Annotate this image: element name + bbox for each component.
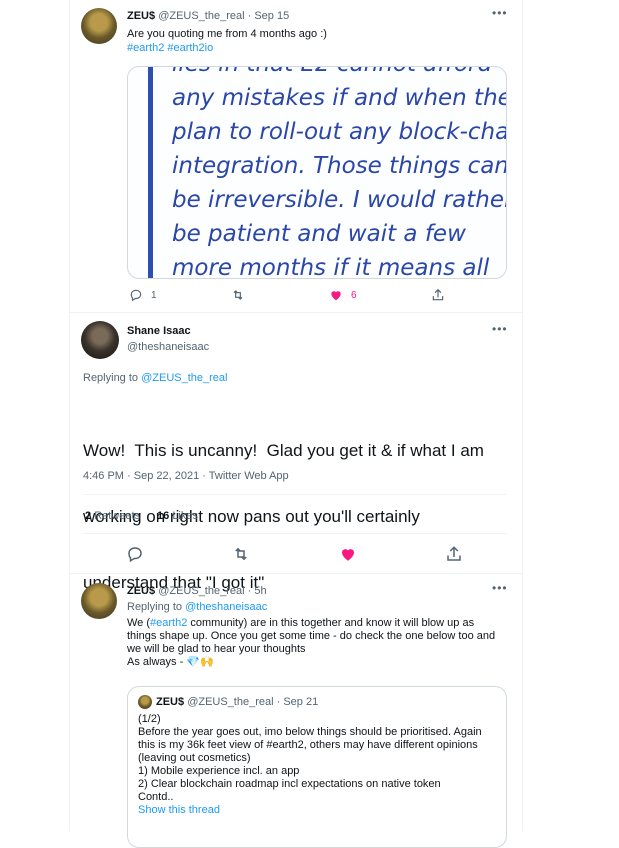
quoted-line: (leaving out cosmetics) (138, 752, 251, 764)
avatar[interactable] (81, 8, 117, 44)
quoted-line: (1/2) (138, 713, 161, 725)
quoted-line: Contd.. (138, 791, 174, 803)
likes-label: Likes (172, 510, 198, 522)
more-icon[interactable]: ••• (492, 581, 508, 595)
image-text-line: be irreversible. I would rather (172, 187, 507, 213)
heart-icon[interactable] (329, 288, 343, 302)
author-handle[interactable]: @ZEUS_the_real · 5h (158, 585, 266, 597)
reply-text-part: We ( (127, 617, 151, 629)
image-text-line: lies in that E2 cannot afford (172, 67, 492, 77)
main-tweet-line: Wow! This is uncanny! Glad you get it & … (83, 441, 484, 460)
likes-count: 16 (157, 510, 170, 522)
retweets-count: 2 (85, 510, 92, 522)
reply-line: we will be glad to hear your thoughts (127, 643, 306, 655)
replying-to: Replying to @ZEUS_the_real (83, 372, 227, 385)
author-handle[interactable]: @theshaneisaac (127, 341, 209, 354)
image-text-line: be patient and wait a few (172, 221, 466, 247)
replying-prefix: Replying to (127, 601, 186, 613)
image-text-line: any mistakes if and when they (172, 85, 507, 111)
replying-to-link[interactable]: @ZEUS_the_real (141, 372, 227, 384)
retweet-icon[interactable] (231, 288, 245, 302)
divider (83, 494, 507, 495)
heart-icon[interactable] (339, 545, 357, 563)
likes-stat[interactable]: 16 Likes (157, 510, 198, 523)
reply-text: We (#earth2 community) are in this toget… (127, 617, 495, 669)
reply-text-part: As always - (127, 656, 187, 668)
author-name: ZEU$ (156, 696, 185, 708)
image-text-line: plan to roll-out any block-chain (172, 119, 507, 145)
retweet-icon[interactable] (232, 545, 250, 563)
tweet-hashtags[interactable]: #earth2 #earth2io (127, 42, 213, 55)
main-tweet-line: working on right now pans out you'll cer… (83, 507, 420, 526)
author-handle[interactable]: @ZEUS_the_real · Sep 15 (158, 10, 289, 22)
reply-count: 1 (151, 289, 157, 301)
reply-text-part: community) are in this together and know… (187, 617, 475, 629)
quoted-line: 2) Clear blockchain roadmap incl expecta… (138, 778, 441, 790)
retweet-action[interactable] (231, 288, 245, 302)
image-text-line: more months if it means all (172, 255, 490, 279)
share-icon[interactable] (445, 545, 463, 563)
reply-line: As always - 💎🙌 (127, 656, 495, 669)
more-icon[interactable]: ••• (492, 322, 508, 336)
replying-prefix: Replying to (83, 372, 142, 384)
reply-icon[interactable] (126, 545, 144, 563)
share-icon[interactable] (431, 288, 445, 302)
reply-icon[interactable] (129, 288, 143, 302)
quote-bar (148, 67, 153, 278)
avatar[interactable] (81, 583, 117, 619)
retweets-stat[interactable]: 2 Retweets (85, 510, 140, 523)
quoted-author: ZEU$ @ZEUS_the_real · Sep 21 (156, 696, 318, 708)
divider (69, 312, 523, 313)
divider (69, 573, 523, 574)
quoted-line: this is my 36k feet view of #earth2, oth… (138, 739, 478, 751)
replying-to: Replying to @theshaneisaac (127, 601, 267, 614)
author-name[interactable]: Shane Isaac (127, 325, 191, 337)
retweets-label: Retweets (94, 510, 141, 522)
reply-line: We (#earth2 community) are in this toget… (127, 617, 495, 630)
hashtag-link[interactable]: #earth2 (150, 617, 187, 629)
author-name[interactable]: ZEU$ (127, 585, 155, 597)
like-count: 6 (351, 289, 357, 301)
reply-line: things shape up. Once you get some time … (127, 630, 496, 642)
author-name[interactable]: ZEU$ (127, 10, 155, 22)
image-text-line: integration. Those things can (172, 153, 507, 179)
more-icon[interactable]: ••• (492, 6, 508, 20)
quoted-text: (1/2) Before the year goes out, imo belo… (138, 713, 482, 817)
avatar[interactable] (81, 321, 119, 359)
divider (83, 533, 507, 534)
replying-to-link[interactable]: @theshaneisaac (185, 601, 267, 613)
show-thread-link[interactable]: Show this thread (138, 804, 482, 817)
tweet-text: Are you quoting me from 4 months ago :) (127, 28, 327, 40)
gem-hands-emoji: 💎🙌 (186, 656, 214, 668)
tweet-image[interactable]: lies in that E2 cannot afford any mistak… (127, 66, 507, 279)
reply-action[interactable]: 1 (129, 288, 157, 302)
avatar (138, 695, 152, 709)
tweet-author[interactable]: ZEU$ @ZEUS_the_real · Sep 15 (127, 10, 289, 22)
quoted-tweet[interactable]: ZEU$ @ZEUS_the_real · Sep 21 (1/2) Befor… (127, 686, 507, 848)
quoted-line: 1) Mobile experience incl. an app (138, 765, 300, 777)
main-tweet-text: Wow! This is uncanny! Glad you get it & … (83, 396, 484, 616)
tweet-author[interactable]: ZEU$ @ZEUS_the_real · 5h (127, 585, 267, 597)
like-action[interactable]: 6 (329, 288, 357, 302)
tweet-meta[interactable]: 4:46 PM · Sep 22, 2021 · Twitter Web App (83, 470, 289, 483)
share-action[interactable] (431, 288, 445, 302)
author-handle: @ZEUS_the_real · Sep 21 (187, 696, 319, 708)
quoted-line: Before the year goes out, imo below thin… (138, 726, 482, 738)
